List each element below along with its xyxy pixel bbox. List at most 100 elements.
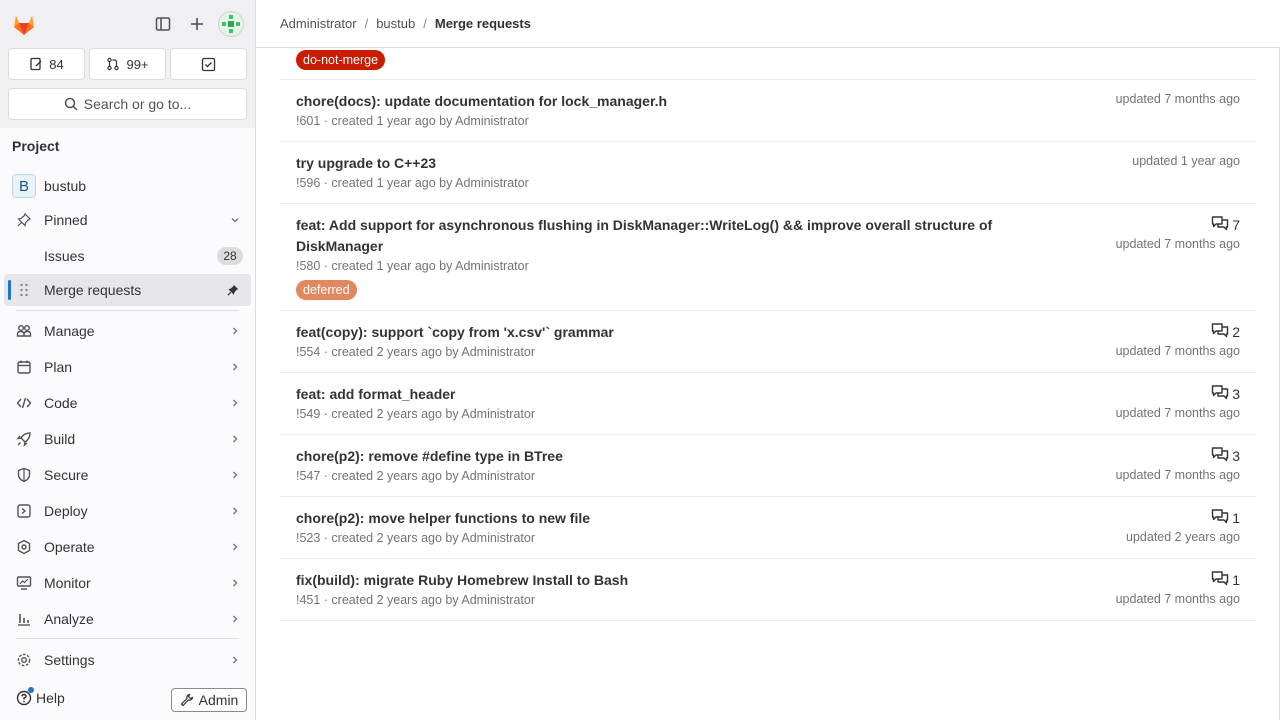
comments-count-value: 1 <box>1232 571 1240 588</box>
issues-count: 84 <box>49 56 64 72</box>
updated-time: updated 7 months ago <box>1115 344 1240 358</box>
admin-button[interactable]: Admin <box>171 688 247 712</box>
breadcrumb-bustub[interactable]: bustub <box>376 16 415 31</box>
table-row[interactable]: feat: Add support for asynchronous flush… <box>280 204 1256 311</box>
sidebar-item-deploy[interactable]: Deploy <box>4 495 251 527</box>
search-label: Search or go to... <box>83 96 192 112</box>
merge-requests-count: 99+ <box>126 56 149 72</box>
sidebar-toggle-icon[interactable] <box>151 12 175 36</box>
unpin-icon[interactable] <box>227 284 239 296</box>
project-avatar: B <box>12 174 36 198</box>
sidebar-item-label: Manage <box>44 323 95 339</box>
sidebar-item-analyze[interactable]: Analyze <box>4 603 251 635</box>
merge-request-title[interactable]: feat(copy): support `copy from 'x.csv'` … <box>296 322 1056 343</box>
breadcrumb-separator: / <box>364 16 369 31</box>
sidebar-item-issues[interactable]: Issues 28 <box>4 240 251 272</box>
merge-request-meta: !549 · created 2 years ago by Administra… <box>296 407 536 421</box>
updated-time: updated 7 months ago <box>1115 468 1240 482</box>
breadcrumb-merge-requests[interactable]: Merge requests <box>435 16 531 31</box>
sidebar-item-operate[interactable]: Operate <box>4 531 251 563</box>
comments-count[interactable]: 7 <box>1211 215 1240 234</box>
chevron-right-icon <box>229 469 241 481</box>
comments-count[interactable]: 1 <box>1211 570 1240 589</box>
updated-time: updated 2 years ago <box>1126 530 1240 544</box>
sidebar-item-build[interactable]: Build <box>4 423 251 455</box>
label-deferred[interactable]: deferred <box>296 280 357 300</box>
search-button[interactable]: Search or go to... <box>8 88 247 120</box>
merge-request-title[interactable]: feat: add format_header <box>296 384 1056 405</box>
comments-count-value: 7 <box>1232 216 1240 233</box>
comments-count[interactable]: 3 <box>1211 384 1240 403</box>
merge-requests-counter-button[interactable]: 99+ <box>89 48 166 80</box>
sidebar-item-project[interactable]: B bustub <box>4 170 251 202</box>
top-bar: Administrator / bustub / Merge requests <box>256 0 1280 48</box>
breadcrumb-administrator[interactable]: Administrator <box>280 16 357 31</box>
todos-button[interactable] <box>170 48 247 80</box>
shield-icon <box>16 467 32 483</box>
manage-icon <box>16 323 32 339</box>
sidebar-item-plan[interactable]: Plan <box>4 351 251 383</box>
merge-request-title[interactable]: try upgrade to C++23 <box>296 153 1056 174</box>
issues-counter-button[interactable]: 84 <box>8 48 85 80</box>
table-row[interactable]: try upgrade to C++23 !596 · created 1 yea… <box>280 142 1256 204</box>
sidebar-item-code[interactable]: Code <box>4 387 251 419</box>
comments-count-value: 3 <box>1232 385 1240 402</box>
sidebar-item-label: Analyze <box>44 611 94 627</box>
gitlab-logo-icon[interactable] <box>10 10 38 38</box>
search-icon <box>64 97 78 111</box>
comments-count[interactable]: 3 <box>1211 446 1240 465</box>
chevron-right-icon <box>229 325 241 337</box>
chevron-right-icon <box>229 541 241 553</box>
sidebar-item-label: Code <box>44 395 78 411</box>
drag-handle-icon[interactable] <box>16 282 32 298</box>
updated-time: updated 7 months ago <box>1115 92 1240 106</box>
comments-count[interactable]: 1 <box>1211 508 1240 527</box>
list-item[interactable]: do-not-merge <box>280 48 1256 80</box>
table-row[interactable]: fix(build): migrate Ruby Homebrew Instal… <box>280 559 1256 621</box>
sidebar-item-monitor[interactable]: Monitor <box>4 567 251 599</box>
merge-request-title[interactable]: chore(docs): update documentation for lo… <box>296 91 1056 112</box>
sidebar-item-label: Secure <box>44 467 89 483</box>
chevron-right-icon <box>229 577 241 589</box>
merge-request-title[interactable]: feat: Add support for asynchronous flush… <box>296 215 1056 257</box>
table-row[interactable]: chore(p2): move helper functions to new … <box>280 497 1256 559</box>
merge-request-meta: !523 · created 2 years ago by Administra… <box>296 531 536 545</box>
pin-icon <box>16 212 32 228</box>
label-do-not-merge[interactable]: do-not-merge <box>296 50 386 70</box>
monitor-icon <box>16 575 32 591</box>
merge-request-title[interactable]: chore(p2): move helper functions to new … <box>296 508 1056 529</box>
comments-count[interactable]: 2 <box>1211 322 1240 341</box>
comments-count-value: 3 <box>1232 447 1240 464</box>
comments-icon <box>1211 446 1229 465</box>
help-button[interactable]: Help <box>16 687 65 706</box>
chart-icon <box>16 611 32 627</box>
merge-request-icon <box>107 57 120 71</box>
sidebar-item-secure[interactable]: Secure <box>4 459 251 491</box>
sidebar-item-manage[interactable]: Manage <box>4 315 251 347</box>
sidebar-item-pinned[interactable]: Pinned <box>4 204 251 236</box>
merge-request-meta: !580 · created 1 year ago by Administrat… <box>296 259 529 273</box>
sidebar-item-label: Monitor <box>44 575 91 591</box>
chevron-right-icon <box>229 361 241 373</box>
table-row[interactable]: chore(p2): remove #define type in BTree!… <box>280 435 1256 497</box>
sidebar-item-label: Operate <box>44 539 95 555</box>
updated-time: updated 7 months ago <box>1115 592 1240 606</box>
chevron-right-icon <box>229 433 241 445</box>
updated-time: updated 1 year ago <box>1132 154 1240 168</box>
table-row[interactable]: chore(docs): update documentation for lo… <box>280 80 1256 142</box>
table-row[interactable]: feat: add format_header !549 · created 2 … <box>280 373 1256 435</box>
merge-request-title[interactable]: chore(p2): remove #define type in BTree <box>296 446 1056 467</box>
issues-icon <box>30 57 42 71</box>
project-name: bustub <box>44 178 87 194</box>
sidebar-item-merge-requests[interactable]: Merge requests <box>4 274 251 306</box>
todo-check-icon <box>201 57 216 71</box>
table-row[interactable]: feat(copy): support `copy from 'x.csv'` … <box>280 311 1256 373</box>
updated-time: updated 7 months ago <box>1115 237 1240 251</box>
merge-request-meta: !554 · created 2 years ago by Administra… <box>296 345 536 359</box>
plus-icon[interactable] <box>185 12 209 36</box>
sidebar-item-settings[interactable]: Settings <box>4 644 251 676</box>
breadcrumb-separator: / <box>423 16 427 31</box>
merge-request-title[interactable]: fix(build): migrate Ruby Homebrew Instal… <box>296 570 1056 591</box>
comments-icon <box>1211 215 1229 234</box>
user-avatar[interactable] <box>218 11 244 37</box>
